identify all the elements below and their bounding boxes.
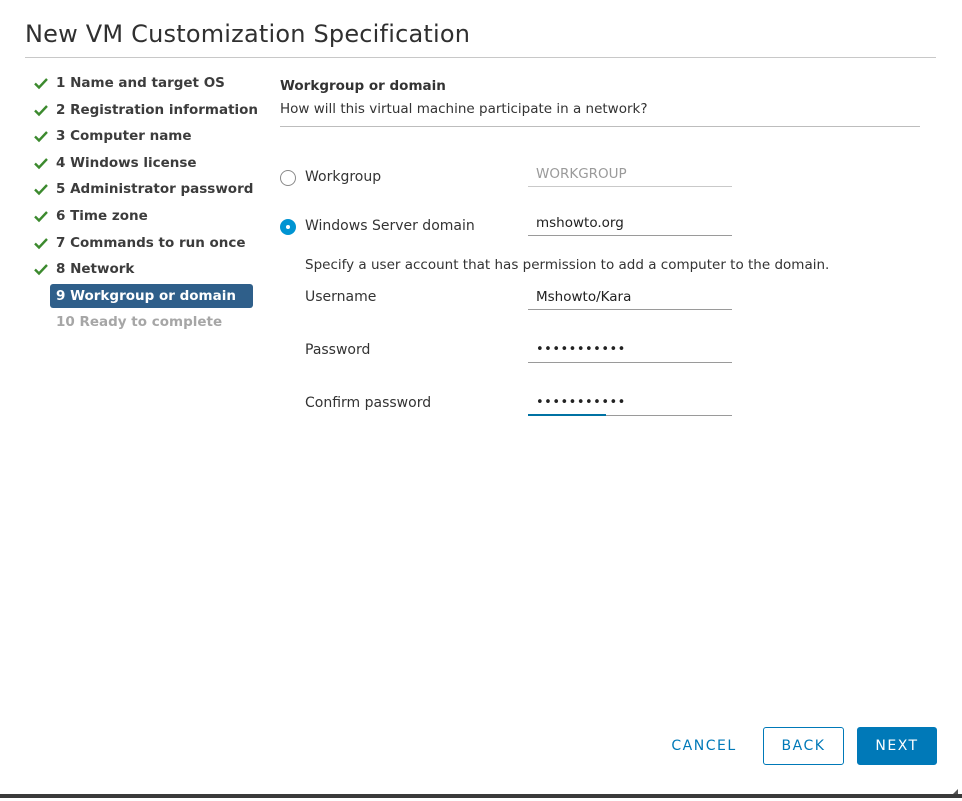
step-label: 3 Computer name	[56, 128, 192, 145]
back-button[interactable]: BACK	[763, 727, 844, 765]
step-label: 2 Registration information	[56, 101, 259, 118]
confirm-password-label: Confirm password	[305, 395, 432, 411]
step-label: 4 Windows license	[56, 154, 197, 171]
cancel-button[interactable]: CANCEL	[660, 727, 748, 765]
workgroup-radio[interactable]	[280, 170, 296, 186]
username-input[interactable]: Mshowto/Kara	[528, 286, 732, 310]
password-input[interactable]: •••••••••••	[528, 339, 732, 363]
title-divider	[25, 57, 936, 58]
check-icon	[34, 150, 50, 176]
step-name-and-target-os[interactable]: 1 Name and target OS	[30, 70, 265, 97]
check-icon	[34, 176, 50, 202]
check-icon	[34, 97, 50, 123]
step-label: 1 Name and target OS	[56, 75, 225, 91]
step-label: 9 Workgroup or domain	[50, 283, 253, 308]
confirm-password-input[interactable]: •••••••••••	[528, 392, 732, 416]
step-label: 6 Time zone	[56, 207, 148, 224]
password-label: Password	[305, 342, 371, 358]
customization-spec-dialog: New VM Customization Specification 1 Nam…	[0, 0, 962, 798]
workgroup-input[interactable]: WORKGROUP	[528, 163, 732, 187]
domain-radio[interactable]	[280, 219, 296, 235]
check-icon	[34, 123, 50, 149]
step-registration-information[interactable]: 2 Registration information	[30, 97, 265, 124]
next-button[interactable]: NEXT	[857, 727, 937, 765]
resize-grip-icon[interactable]	[950, 782, 958, 797]
step-ready-to-complete: 10 Ready to complete	[30, 309, 265, 336]
workgroup-label[interactable]: Workgroup	[305, 169, 381, 185]
domain-label[interactable]: Windows Server domain	[305, 218, 475, 234]
step-label: 7 Commands to run once	[56, 234, 246, 251]
section-divider	[280, 126, 920, 127]
step-administrator-password[interactable]: 5 Administrator password	[30, 176, 265, 203]
check-icon	[34, 230, 50, 256]
step-commands-to-run-once[interactable]: 7 Commands to run once	[30, 230, 265, 257]
check-icon	[34, 70, 50, 96]
domain-account-hint: Specify a user account that has permissi…	[305, 257, 830, 273]
wizard-steps: 1 Name and target OS 2 Registration info…	[30, 70, 265, 336]
step-time-zone[interactable]: 6 Time zone	[30, 203, 265, 230]
step-network[interactable]: 8 Network	[30, 256, 265, 283]
bottom-edge	[0, 794, 962, 798]
domain-input[interactable]: mshowto.org	[528, 212, 732, 236]
section-description: How will this virtual machine participat…	[280, 101, 648, 117]
check-icon	[34, 203, 50, 229]
step-label: 5 Administrator password	[56, 181, 254, 198]
step-label: 8 Network	[56, 261, 135, 278]
dialog-title: New VM Customization Specification	[25, 20, 471, 48]
step-windows-license[interactable]: 4 Windows license	[30, 150, 265, 177]
username-label: Username	[305, 289, 377, 305]
step-label: 10 Ready to complete	[56, 314, 223, 331]
check-icon	[34, 256, 50, 282]
step-computer-name[interactable]: 3 Computer name	[30, 123, 265, 150]
step-workgroup-or-domain[interactable]: 9 Workgroup or domain	[30, 283, 265, 310]
section-title: Workgroup or domain	[280, 78, 446, 94]
